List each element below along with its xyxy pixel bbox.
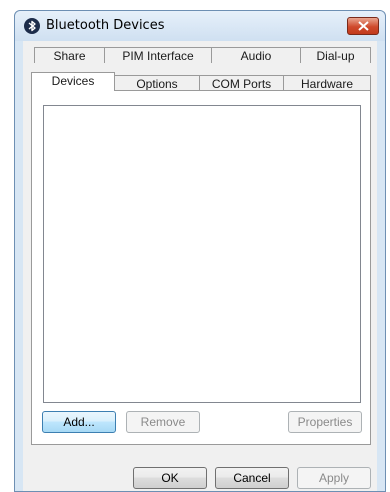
device-list[interactable] bbox=[43, 105, 361, 403]
properties-button[interactable]: Properties bbox=[288, 411, 362, 433]
apply-button[interactable]: Apply bbox=[297, 467, 371, 489]
ok-button[interactable]: OK bbox=[133, 467, 207, 489]
add-button[interactable]: Add... bbox=[42, 411, 116, 433]
dialog-client-area: Share PIM Interface Audio Dial-up Device… bbox=[23, 41, 377, 491]
remove-button[interactable]: Remove bbox=[126, 411, 200, 433]
window-title: Bluetooth Devices bbox=[46, 18, 165, 33]
tab-share[interactable]: Share bbox=[34, 47, 105, 63]
tab-audio[interactable]: Audio bbox=[211, 47, 301, 63]
close-button[interactable] bbox=[347, 17, 379, 35]
tab-pim-interface[interactable]: PIM Interface bbox=[104, 47, 212, 63]
bluetooth-devices-window: Bluetooth Devices Share PIM Interface Au… bbox=[14, 10, 386, 492]
tab-options[interactable]: Options bbox=[114, 75, 200, 91]
devices-tab-panel: Add... Remove Properties bbox=[31, 90, 371, 445]
title-bar[interactable]: Bluetooth Devices bbox=[15, 11, 385, 41]
tab-hardware[interactable]: Hardware bbox=[283, 75, 371, 91]
close-icon bbox=[358, 21, 369, 31]
cancel-button[interactable]: Cancel bbox=[215, 467, 289, 489]
bluetooth-icon bbox=[24, 18, 40, 34]
tab-com-ports[interactable]: COM Ports bbox=[199, 75, 284, 91]
tab-dial-up[interactable]: Dial-up bbox=[300, 47, 371, 63]
tab-devices[interactable]: Devices bbox=[31, 72, 115, 91]
